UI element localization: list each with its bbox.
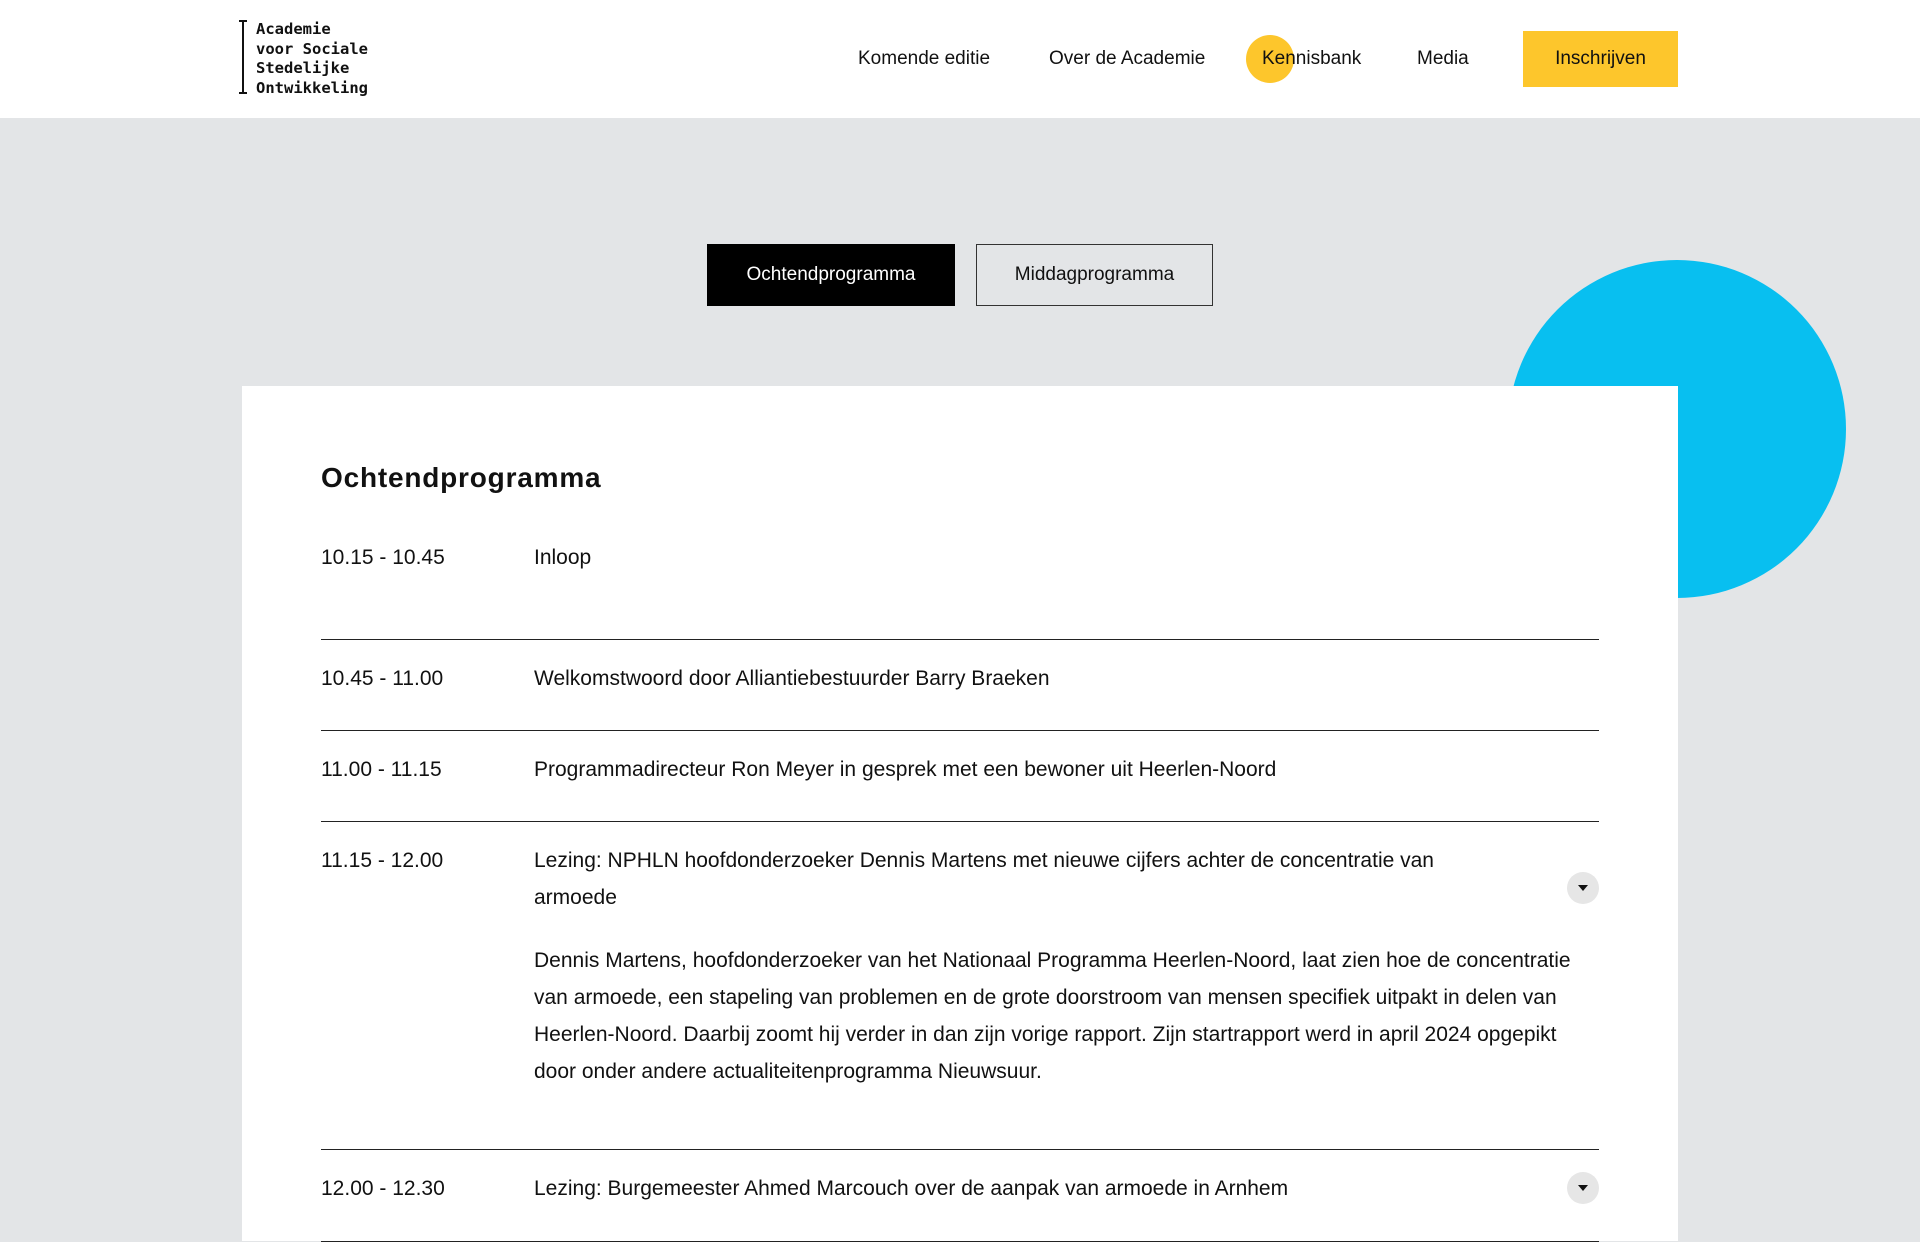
tab-morning-program[interactable]: Ochtendprogramma xyxy=(707,244,955,306)
program-item-title: Inloop xyxy=(534,546,592,569)
nav-komende-editie[interactable]: Komende editie xyxy=(858,46,990,72)
tab-afternoon-program[interactable]: Middagprogramma xyxy=(976,244,1213,306)
chevron-down-icon xyxy=(1567,1184,1599,1192)
program-item-title: Welkomstwoord door Alliantiebestuurder B… xyxy=(534,667,1050,690)
site-header: Academie voor Sociale Stedelijke Ontwikk… xyxy=(0,0,1920,118)
program-item-title: Lezing: Burgemeester Ahmed Marcouch over… xyxy=(534,1177,1289,1200)
collapse-toggle[interactable] xyxy=(1567,872,1599,904)
program-item-title: Programmadirecteur Ron Meyer in gesprek … xyxy=(534,758,1277,781)
register-button[interactable]: Inschrijven xyxy=(1523,31,1678,87)
program-time: 10.45 - 11.00 xyxy=(321,667,444,690)
nav-over-de-academie[interactable]: Over de Academie xyxy=(1049,46,1205,72)
chevron-down-icon xyxy=(1567,884,1599,892)
program-card: Ochtendprogramma 10.15 - 10.45 Inloop 10… xyxy=(242,386,1678,1242)
program-time: 10.15 - 10.45 xyxy=(321,546,445,569)
program-row-expanded: 11.15 - 12.00 Lezing: NPHLN hoofdonderzo… xyxy=(321,821,1599,1150)
nav-media[interactable]: Media xyxy=(1417,46,1469,72)
site-logo[interactable]: Academie voor Sociale Stedelijke Ontwikk… xyxy=(239,20,368,97)
program-title: Ochtendprogramma xyxy=(321,462,602,493)
program-row: 10.45 - 11.00 Welkomstwoord door Alliant… xyxy=(321,639,1599,731)
logo-line: Ontwikkeling xyxy=(256,78,368,97)
program-item-title: Lezing: NPHLN hoofdonderzoeker Dennis Ma… xyxy=(534,849,1434,909)
logo-line: voor Sociale xyxy=(256,39,368,58)
program-time: 11.15 - 12.00 xyxy=(321,849,444,872)
program-time: 11.00 - 11.15 xyxy=(321,758,442,781)
program-row: 12.00 - 12.30 Lezing: Burgemeester Ahmed… xyxy=(321,1149,1599,1242)
program-time: 12.00 - 12.30 xyxy=(321,1177,445,1200)
program-row: 10.15 - 10.45 Inloop xyxy=(321,539,1599,640)
program-row: 11.00 - 11.15 Programmadirecteur Ron Mey… xyxy=(321,730,1599,822)
logo-line: Stedelijke xyxy=(256,59,350,77)
nav-kennisbank[interactable]: Kennisbank xyxy=(1262,46,1361,72)
program-item-description: Dennis Martens, hoofdonderzoeker van het… xyxy=(534,949,1571,1083)
logo-line: Academie xyxy=(256,20,331,38)
expand-toggle[interactable] xyxy=(1567,1172,1599,1204)
